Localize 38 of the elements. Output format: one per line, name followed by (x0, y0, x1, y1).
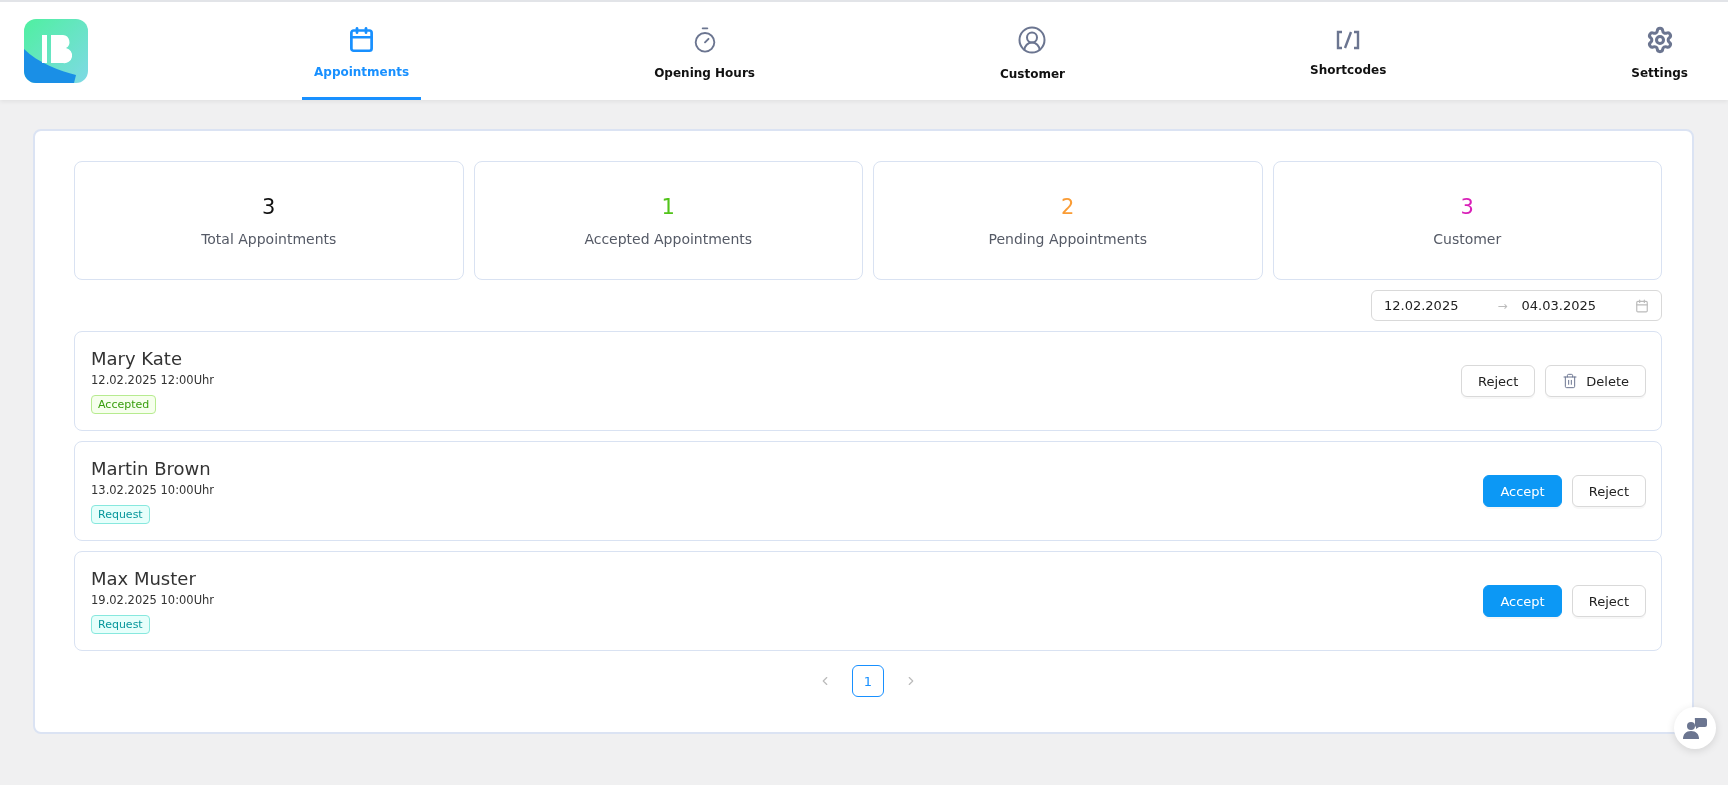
code-brackets-icon (1335, 28, 1362, 51)
customer-name: Martin Brown (91, 458, 211, 479)
customer-name: Max Muster (91, 568, 196, 589)
nav-tab[interactable]: Settings (1619, 2, 1700, 100)
support-chat-button[interactable] (1674, 707, 1716, 749)
stat-value: 3 (262, 194, 276, 219)
delete-button[interactable]: Delete (1545, 365, 1646, 397)
stat-value: 2 (1061, 194, 1075, 219)
appointment-datetime: 19.02.2025 10:00Uhr (91, 593, 215, 607)
nav-tab[interactable]: Customer (987, 2, 1077, 100)
range-arrow: → (1497, 298, 1508, 313)
status-tag: Accepted (91, 395, 157, 414)
nav-tab[interactable]: Opening Hours (642, 2, 767, 100)
settings-icon (1645, 25, 1674, 54)
reject-button[interactable]: Reject (1460, 365, 1536, 397)
date-range-picker[interactable]: 12.02.2025 → 04.03.2025 (1371, 290, 1662, 321)
nav-tab[interactable]: Shortcodes (1298, 2, 1399, 100)
stat-value: 3 (1460, 194, 1474, 219)
reject-button[interactable]: Reject (1571, 585, 1646, 617)
appointment-datetime: 12.02.2025 12:00Uhr (91, 373, 215, 387)
user-icon (1017, 24, 1048, 55)
app-logo (24, 19, 88, 83)
stat-label: Total Appointments (201, 230, 337, 247)
stat-label: Pending Appointments (988, 230, 1147, 247)
status-tag: Request (91, 615, 150, 634)
calendar-icon (348, 26, 376, 53)
appointment-datetime: 13.02.2025 10:00Uhr (91, 483, 215, 497)
trash-icon (1562, 373, 1579, 389)
support-agent-icon (1683, 717, 1707, 739)
customer-name: Mary Kate (91, 348, 182, 369)
end-date: 04.03.2025 (1521, 298, 1597, 313)
stat-label: Accepted Appointments (584, 230, 753, 247)
calendar-icon (1635, 298, 1649, 313)
stat-value: 1 (661, 194, 675, 219)
start-date: 12.02.2025 (1384, 298, 1460, 313)
stat-label: Customer (1433, 230, 1502, 247)
reject-button[interactable]: Reject (1571, 475, 1646, 507)
status-tag: Request (91, 505, 150, 524)
